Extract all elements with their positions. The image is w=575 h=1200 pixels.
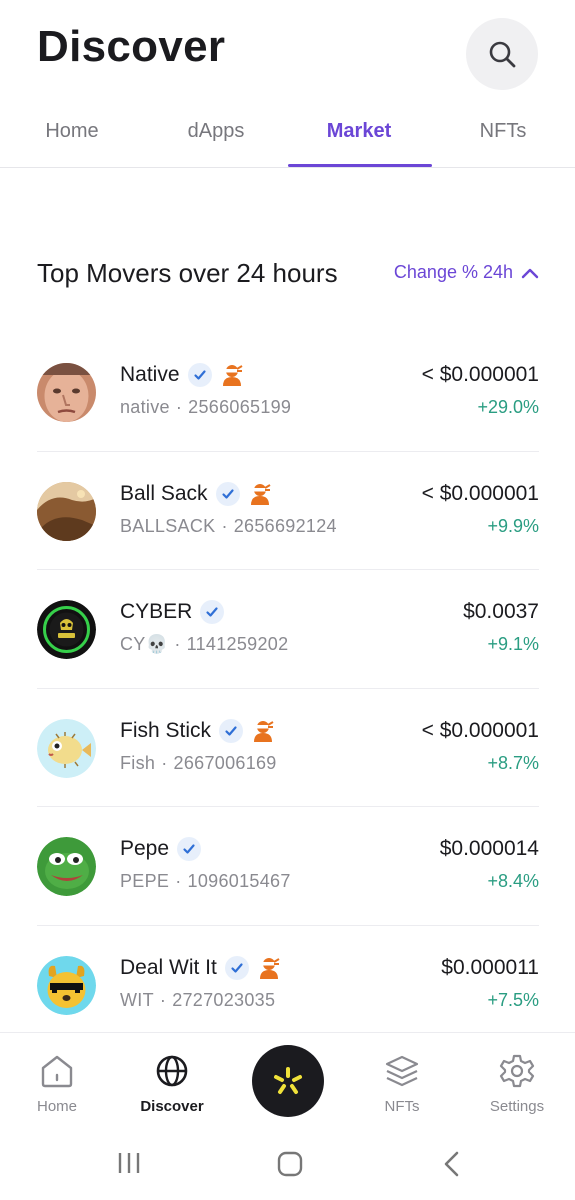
verified-icon [224, 955, 249, 980]
avatar [37, 600, 96, 659]
token-change: +9.1% [487, 634, 539, 654]
verified-icon [187, 363, 212, 387]
token-id: 2656692124 [233, 515, 337, 536]
sort-label: Change % 24h [393, 262, 513, 282]
avatar [37, 363, 96, 422]
home-icon [41, 1055, 73, 1088]
ninja-flag-icon [222, 365, 243, 386]
search-icon [489, 41, 516, 68]
top-tabs: Home dApps Market NFTs [0, 110, 575, 168]
face-photo-icon [37, 363, 96, 422]
gear-icon [499, 1054, 535, 1088]
list-item[interactable]: Native native · 2566065199 < $0.000001 +29… [37, 333, 539, 452]
section-title: Top Movers over 24 hours [37, 258, 338, 288]
token-change: +29.0% [477, 397, 539, 417]
nav-nfts-label: NFTs [384, 1098, 420, 1115]
token-name: Pepe [120, 837, 170, 860]
tab-home[interactable]: Home [2, 120, 142, 143]
sort-toggle-button[interactable]: Change % 24h [394, 262, 539, 283]
sparkle-icon [274, 1067, 302, 1094]
token-price: $0.000014 [439, 837, 539, 860]
token-meta: PEPE · 1096015467 [120, 871, 291, 891]
ninja-flag-icon [254, 720, 274, 742]
token-price: $0.0037 [463, 600, 539, 623]
verified-icon [215, 481, 240, 506]
nav-nfts[interactable]: NFTs [347, 1053, 457, 1115]
avatar [37, 955, 96, 1015]
avatar [37, 837, 96, 896]
layers-icon [385, 1055, 419, 1087]
token-ticker: WIT [120, 989, 154, 1010]
list-item[interactable]: Deal Wit It WIT · 2727023035 $0.000011 +7.… [37, 926, 539, 1045]
movers-list: Native native · 2566065199 < $0.000001 +29… [37, 333, 539, 1044]
token-name: Fish Stick [120, 718, 212, 742]
token-change: +7.5% [487, 989, 539, 1010]
token-change: +8.7% [487, 752, 539, 773]
ninja-flag-icon [259, 957, 280, 979]
cyber-skull-logo-icon [37, 600, 96, 659]
page-title: Discover [37, 22, 226, 71]
bottom-nav: Home Discover NFTs Settings [0, 1032, 575, 1132]
token-meta: Fish · 2667006169 [120, 752, 277, 773]
token-ticker: native [120, 397, 170, 417]
token-price: < $0.000001 [421, 481, 539, 505]
search-button[interactable] [466, 18, 538, 90]
verified-icon [219, 718, 244, 743]
tab-nfts[interactable]: NFTs [433, 120, 573, 143]
nav-settings[interactable]: Settings [462, 1053, 572, 1115]
token-ticker: CY💀 [120, 634, 169, 654]
list-item[interactable]: Ball Sack BALLSACK · 2656692124 < $0.00000… [37, 452, 539, 570]
avatar [37, 718, 96, 778]
nav-home[interactable]: Home [2, 1053, 112, 1115]
token-price: < $0.000001 [421, 718, 539, 742]
token-change: +8.4% [487, 871, 539, 891]
token-ticker: BALLSACK [120, 515, 216, 536]
tab-dapps[interactable]: dApps [146, 120, 286, 143]
landscape-photo-icon [37, 481, 96, 541]
token-ticker: PEPE [120, 871, 170, 891]
nav-home-label: Home [36, 1098, 77, 1115]
chevron-up-icon [521, 268, 539, 278]
system-nav-bar [0, 1132, 575, 1200]
token-price: $0.000011 [441, 955, 539, 979]
globe-icon [156, 1055, 188, 1087]
token-id: 2566065199 [188, 397, 292, 417]
back-icon[interactable] [440, 1150, 464, 1178]
pufferfish-icon [37, 718, 96, 778]
nav-discover[interactable]: Discover [117, 1053, 227, 1115]
pepe-frog-icon [37, 837, 96, 896]
token-id: 1141259202 [186, 634, 289, 654]
avatar [37, 481, 96, 541]
list-item[interactable]: Pepe PEPE · 1096015467 $0.000014 +8.4% [37, 807, 539, 926]
header: Discover [0, 0, 575, 110]
verified-icon [200, 600, 225, 624]
token-id: 2727023035 [172, 989, 276, 1010]
home-system-icon[interactable] [276, 1150, 304, 1178]
ninja-flag-icon [250, 483, 271, 505]
list-item[interactable]: Fish Stick Fish · 2667006169 < $0.000001 +… [37, 689, 539, 807]
token-name: Ball Sack [120, 481, 208, 505]
token-meta: CY💀 · 1141259202 [120, 634, 289, 654]
top-movers-header: Top Movers over 24 hours Change % 24h [37, 256, 539, 292]
nav-discover-label: Discover [140, 1098, 204, 1115]
list-item[interactable]: CYBER CY💀 · 1141259202 $0.0037 +9.1% [37, 570, 539, 689]
token-meta: WIT · 2727023035 [120, 989, 276, 1010]
token-ticker: Fish [120, 752, 156, 773]
tab-market[interactable]: Market [289, 120, 429, 143]
token-name: Deal Wit It [120, 955, 217, 979]
token-meta: native · 2566065199 [120, 397, 292, 417]
verified-icon [177, 837, 202, 861]
token-price: < $0.000001 [421, 363, 539, 386]
nav-settings-label: Settings [489, 1098, 545, 1115]
token-id: 1096015467 [187, 871, 291, 891]
token-meta: BALLSACK · 2656692124 [120, 515, 337, 536]
dog-sunglasses-icon [37, 955, 96, 1015]
token-name: CYBER [120, 600, 193, 623]
center-action-button[interactable] [252, 1045, 324, 1117]
active-tab-indicator [288, 164, 432, 167]
recent-apps-icon[interactable] [116, 1150, 142, 1176]
token-id: 2667006169 [173, 752, 277, 773]
token-change: +9.9% [487, 515, 539, 536]
token-name: Native [120, 363, 180, 386]
